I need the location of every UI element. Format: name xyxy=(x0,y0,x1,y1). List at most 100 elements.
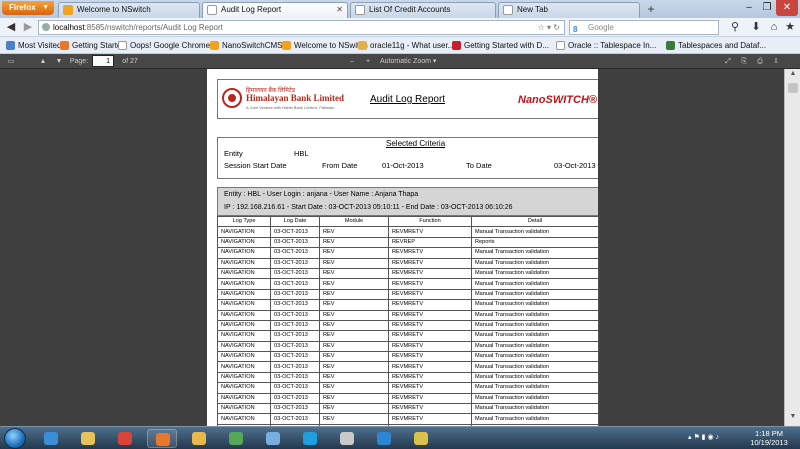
clock[interactable]: 1:18 PM 10/19/2013 xyxy=(744,429,794,447)
table-row: NAVIGATION03-OCT-2013REVREVMRETVManual T… xyxy=(217,267,599,280)
firefox-menu-button[interactable]: Firefox ▼ xyxy=(2,1,54,15)
search-input[interactable]: 8 Google xyxy=(569,20,719,35)
log-date-cell: 03-OCT-2013 xyxy=(270,330,320,342)
taskbar-app-button[interactable] xyxy=(221,429,251,448)
detail-cell: Manual Transaction validation xyxy=(471,382,599,394)
bookmarks-bar: Most Visited Getting Started Oops! Google … xyxy=(0,37,800,54)
zoom-value: Automatic Zoom xyxy=(380,58,431,65)
home-button[interactable]: ⌂ xyxy=(766,20,782,35)
session-label: Session Start Date xyxy=(224,161,287,170)
taskbar-app-button[interactable] xyxy=(73,429,103,448)
maximize-button[interactable]: ❐ xyxy=(758,0,776,16)
log-type-cell: NAVIGATION xyxy=(217,413,271,425)
folder-icon xyxy=(192,432,206,445)
function-cell: REVMRETV xyxy=(388,382,472,394)
log-type-cell: NAVIGATION xyxy=(217,392,271,405)
taskbar-app-button[interactable] xyxy=(184,429,214,448)
scroll-down-icon[interactable]: ▼ xyxy=(785,413,800,425)
tab-new-tab[interactable]: New Tab xyxy=(498,2,640,18)
sidebar-toggle-button[interactable]: ▭ xyxy=(4,55,18,68)
scrollbar-thumb[interactable] xyxy=(788,83,798,93)
tab-audit-log-report[interactable]: Audit Log Report ✕ xyxy=(202,2,348,18)
bookmark-item[interactable]: Most Visited xyxy=(6,39,61,52)
start-button[interactable] xyxy=(4,428,26,449)
tab-welcome-nswitch[interactable]: Welcome to NSwitch xyxy=(58,2,200,18)
log-type-cell: NAVIGATION xyxy=(217,247,271,259)
zoom-in-button[interactable]: + xyxy=(362,55,374,68)
log-date-cell: 03-OCT-2013 xyxy=(270,278,320,290)
log-date-cell: 03-OCT-2013 xyxy=(270,413,320,425)
taskbar-app-button[interactable] xyxy=(406,429,436,448)
bookmark-item[interactable]: Tablespaces and Dataf... xyxy=(666,39,766,52)
bookmark-item[interactable]: Welcome to NSwitch xyxy=(282,39,368,52)
forward-arrow-icon: ▶ xyxy=(23,21,33,33)
zoom-out-button[interactable]: – xyxy=(346,55,358,68)
bookmark-favicon-icon xyxy=(282,41,291,50)
criteria-title: Selected Criteria xyxy=(386,139,446,148)
taskbar-app-button[interactable] xyxy=(110,429,140,448)
log-date-cell: 03-OCT-2013 xyxy=(270,340,320,353)
bookmark-item[interactable]: Getting Started xyxy=(60,39,126,52)
taskbar-app-button[interactable] xyxy=(295,429,325,448)
home-icon: ⌂ xyxy=(770,21,778,33)
module-cell: REV xyxy=(319,247,389,259)
url-bar[interactable]: localhost:8585/nswitch/reports/Audit Log… xyxy=(38,20,565,35)
bookmarks-button[interactable]: ★ xyxy=(782,20,798,35)
detail-cell: Manual Transaction validation xyxy=(471,247,599,259)
column-header: Log Type xyxy=(217,215,271,228)
module-cell: REV xyxy=(319,226,389,238)
module-cell: REV xyxy=(319,371,389,384)
taskbar-app-button[interactable] xyxy=(36,429,66,448)
bookmark-item[interactable]: Getting Started with D... xyxy=(452,39,549,52)
bookmark-item[interactable]: Oops! Google Chrome... xyxy=(118,39,217,52)
search-engine-button[interactable]: ⚲ xyxy=(724,20,746,35)
previous-page-button[interactable]: ▲ xyxy=(36,55,50,68)
presentation-mode-button[interactable]: ⤢ xyxy=(722,55,734,68)
detail-cell: Manual Transaction validation xyxy=(471,309,599,321)
downloads-button[interactable]: ⬇ xyxy=(748,20,764,35)
table-row: NAVIGATION03-OCT-2013REVREVMRETVManual T… xyxy=(217,330,599,342)
bank-name: Himalayan Bank Limited xyxy=(246,93,345,103)
page-number-input[interactable]: 1 xyxy=(92,55,114,67)
bank-tagline: A Joint Venture with Habib Bank Limited,… xyxy=(246,105,335,110)
table-row: NAVIGATION03-OCT-2013REVREVMRETVManual T… xyxy=(217,361,599,373)
open-file-button[interactable]: ⎘ xyxy=(738,55,750,68)
tab-list-of-credit-accounts[interactable]: List Of Credit Accounts xyxy=(350,2,496,18)
table-row: NAVIGATION03-OCT-2013REVREVMRETVManual T… xyxy=(217,413,599,425)
log-date-cell: 03-OCT-2013 xyxy=(270,309,320,321)
function-cell: REVMRETV xyxy=(388,351,472,363)
function-cell: REVMRETV xyxy=(388,319,472,332)
zoom-select[interactable]: Automatic Zoom ▾ xyxy=(380,55,444,68)
bookmark-label: Oracle :: Tablespace In... xyxy=(568,41,657,50)
close-icon[interactable]: ✕ xyxy=(336,3,343,17)
back-button[interactable]: ◀ xyxy=(3,20,19,35)
close-window-button[interactable]: ✕ xyxy=(776,0,798,16)
function-cell: REVMRETV xyxy=(388,403,472,415)
log-date-cell: 03-OCT-2013 xyxy=(270,226,320,238)
print-button[interactable]: ⎙ xyxy=(754,55,766,68)
taskbar-app-button[interactable] xyxy=(369,429,399,448)
url-path: :8585/nswitch/reports/Audit Log Report xyxy=(84,23,223,32)
taskbar-app-button[interactable] xyxy=(258,429,288,448)
system-tray[interactable]: ▴ ⚑ ▮ ◉ ♪ xyxy=(688,433,719,441)
page-favicon-icon xyxy=(355,5,365,15)
detail-cell: Manual Transaction validation xyxy=(471,413,599,425)
next-page-button[interactable]: ▼ xyxy=(52,55,66,68)
scroll-up-icon[interactable]: ▲ xyxy=(785,70,800,82)
vertical-scrollbar[interactable]: ▲ ▼ xyxy=(784,69,800,426)
bookmark-item[interactable]: NanoSwitchCMS xyxy=(210,39,282,52)
page-favicon-icon xyxy=(503,5,513,15)
bookmark-favicon-icon xyxy=(358,41,367,50)
new-tab-button[interactable]: + xyxy=(642,2,660,17)
taskbar-app-button[interactable] xyxy=(147,429,177,448)
bookmark-item[interactable]: Oracle :: Tablespace In... xyxy=(556,39,656,52)
url-bar-controls[interactable]: ☆ ▾ ↻ xyxy=(538,21,560,34)
pdf-viewer[interactable]: हिमालयन बैंक लिमिटेड Himalayan Bank Limi… xyxy=(0,69,784,426)
log-date-cell: 03-OCT-2013 xyxy=(270,299,320,311)
table-row: NAVIGATION03-OCT-2013REVREVMRETVManual T… xyxy=(217,340,599,353)
download-pdf-button[interactable]: ⇩ xyxy=(770,55,782,68)
taskbar-app-button[interactable] xyxy=(332,429,362,448)
minimize-button[interactable]: – xyxy=(740,0,758,16)
forward-button[interactable]: ▶ xyxy=(20,20,36,35)
bookmark-item[interactable]: oracle11g - What user... xyxy=(358,39,454,52)
